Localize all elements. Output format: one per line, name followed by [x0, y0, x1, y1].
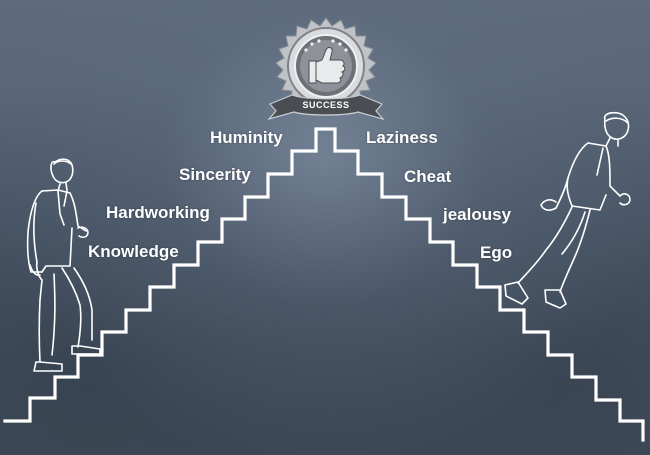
chalkboard-scene: SUCCESS Huminity Sincerity Hardworking K…	[0, 0, 650, 455]
vice-cheat: Cheat	[404, 167, 452, 186]
virtue-knowledge: Knowledge	[88, 242, 179, 261]
virtue-humility: Huminity	[210, 128, 283, 147]
virtue-sincerity: Sincerity	[179, 165, 251, 184]
vice-ego: Ego	[480, 243, 513, 262]
staircase	[3, 127, 645, 442]
virtue-hardworking: Hardworking	[106, 203, 210, 222]
vice-laziness: Laziness	[366, 128, 438, 147]
success-badge: SUCCESS	[267, 17, 385, 121]
staircase-illustration: SUCCESS	[3, 17, 645, 442]
vice-jealousy: jealousy	[443, 205, 512, 224]
badge-label: SUCCESS	[302, 100, 349, 110]
businessman-descending-figure	[504, 111, 631, 309]
businessman-climbing-figure	[26, 158, 101, 372]
